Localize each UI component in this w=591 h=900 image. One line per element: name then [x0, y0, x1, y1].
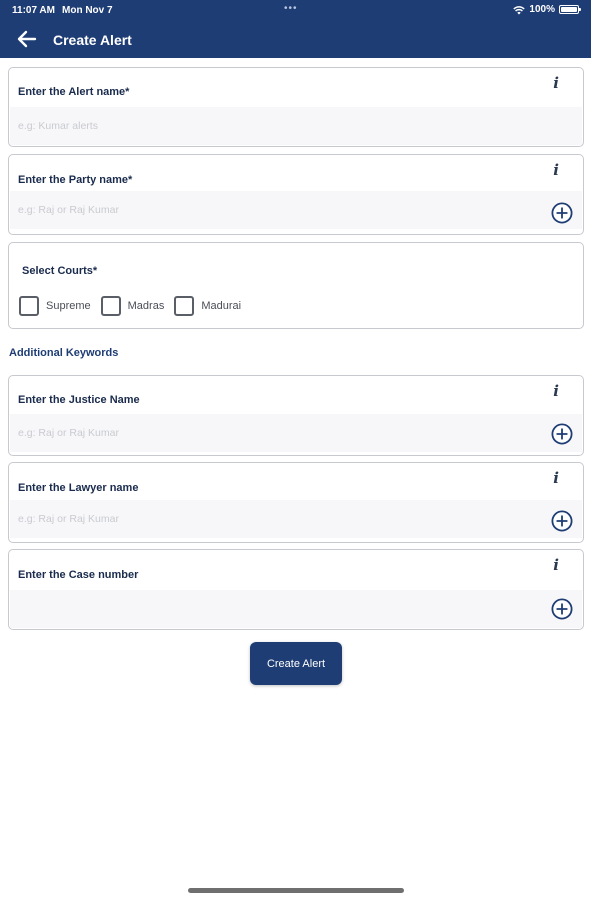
case-number-input[interactable] [10, 590, 582, 628]
status-date: Mon Nov 7 [62, 5, 113, 16]
info-icon[interactable]: i [553, 382, 559, 400]
courts-options: Supreme Madras Madurai [19, 296, 251, 316]
status-bar: 11:07 AM Mon Nov 7 ••• 100% [0, 0, 591, 20]
justice-name-card: Enter the Justice Name i [8, 375, 584, 456]
court-option-madurai[interactable]: Madurai [174, 296, 241, 316]
page-title: Create Alert [53, 32, 132, 48]
checkbox[interactable] [100, 296, 121, 316]
multitask-dots[interactable]: ••• [284, 3, 298, 14]
checkbox-label: Madras [127, 300, 165, 312]
alert-name-label: Enter the Alert name* [18, 86, 130, 98]
info-icon[interactable]: i [553, 161, 559, 179]
add-party-icon[interactable] [551, 202, 573, 224]
info-icon[interactable]: i [553, 556, 559, 574]
battery-icon [559, 5, 581, 14]
party-name-card: Enter the Party name* i [8, 154, 584, 235]
checkbox[interactable] [174, 296, 195, 316]
info-icon[interactable]: i [553, 74, 559, 92]
alert-name-input[interactable] [10, 107, 582, 145]
checkbox-label: Madurai [201, 300, 242, 312]
justice-name-label: Enter the Justice Name [18, 394, 140, 406]
justice-name-input[interactable] [10, 414, 582, 452]
create-alert-button[interactable]: Create Alert [250, 642, 342, 685]
court-option-supreme[interactable]: Supreme [19, 296, 91, 316]
info-icon[interactable]: i [553, 469, 559, 487]
party-name-input[interactable] [10, 191, 582, 229]
wifi-icon [513, 5, 526, 14]
app-header: 11:07 AM Mon Nov 7 ••• 100% Create Alert [0, 0, 591, 58]
status-time: 11:07 AM [12, 5, 55, 16]
additional-keywords-heading: Additional Keywords [9, 347, 119, 359]
courts-label: Select Courts* [22, 265, 98, 277]
checkbox-label: Supreme [46, 300, 91, 312]
courts-card: Select Courts* Supreme Madras Madurai [8, 242, 584, 329]
party-name-label: Enter the Party name* [18, 174, 133, 186]
add-case-number-icon[interactable] [551, 598, 573, 620]
lawyer-name-label: Enter the Lawyer name [18, 482, 139, 494]
home-indicator[interactable] [188, 888, 404, 893]
status-indicators: 100% [513, 4, 581, 15]
case-number-label: Enter the Case number [18, 569, 139, 581]
battery-percent: 100% [529, 4, 555, 15]
alert-name-card: Enter the Alert name* i [8, 67, 584, 147]
case-number-card: Enter the Case number i [8, 549, 584, 630]
lawyer-name-card: Enter the Lawyer name i [8, 462, 584, 543]
lawyer-name-input[interactable] [10, 500, 582, 538]
back-arrow-icon[interactable] [16, 28, 38, 50]
add-justice-icon[interactable] [551, 423, 573, 445]
add-lawyer-icon[interactable] [551, 510, 573, 532]
checkbox[interactable] [19, 296, 39, 316]
court-option-madras[interactable]: Madras [100, 296, 165, 316]
